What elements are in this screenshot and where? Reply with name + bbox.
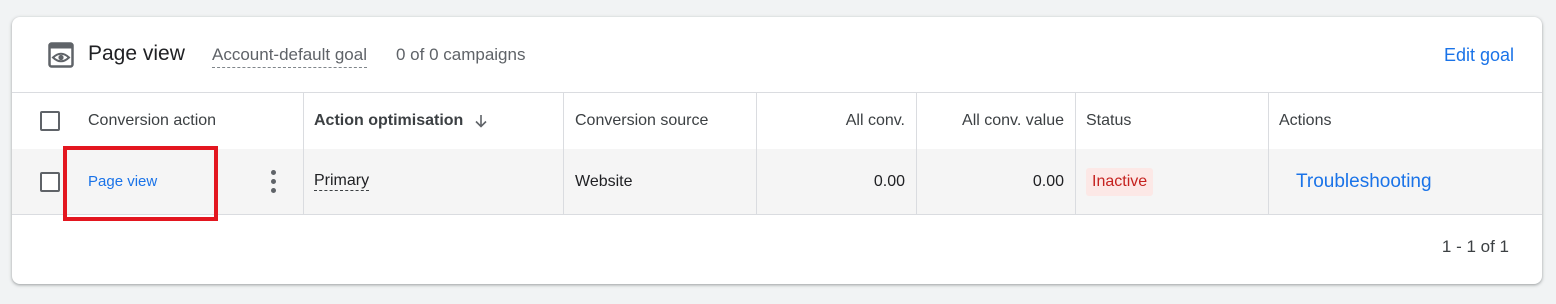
select-all-checkbox[interactable]: [40, 111, 60, 131]
goal-header: Page view Account-default goal 0 of 0 ca…: [12, 17, 1542, 93]
goal-title: Page view: [88, 42, 185, 65]
header-action-optimisation-label: Action optimisation: [314, 112, 464, 129]
eye-window-icon: [48, 42, 74, 68]
column-divider: [1268, 93, 1269, 149]
header-conversion-source[interactable]: Conversion source: [575, 93, 708, 149]
header-all-conv-value[interactable]: All conv. value: [916, 93, 1064, 149]
edit-goal-link[interactable]: Edit goal: [1444, 43, 1514, 67]
action-optimisation-value[interactable]: Primary: [314, 172, 370, 191]
action-optimisation-cell: Primary: [314, 149, 370, 214]
troubleshooting-link[interactable]: Troubleshooting: [1296, 171, 1432, 193]
highlight-annotation-box: [63, 146, 218, 221]
pagination-summary: 1 - 1 of 1: [1441, 237, 1509, 256]
row-select-cell: [40, 149, 60, 214]
row-menu-cell: [263, 149, 283, 214]
status-badge: Inactive: [1086, 167, 1154, 196]
header-actions: Actions: [1279, 112, 1332, 129]
account-default-goal-label[interactable]: Account-default goal: [212, 44, 367, 68]
header-action-optimisation[interactable]: Action optimisation: [314, 93, 489, 149]
header-conversion-action[interactable]: Conversion action: [88, 93, 216, 149]
header-all-conv[interactable]: All conv.: [756, 93, 905, 149]
header-status[interactable]: Status: [1086, 93, 1131, 149]
column-divider: [303, 93, 304, 149]
column-divider: [1075, 149, 1076, 214]
all-conv-value: 0.00: [873, 172, 905, 190]
actions-cell: Troubleshooting: [1296, 149, 1432, 214]
select-all-cell: [40, 93, 60, 149]
more-vert-icon[interactable]: [263, 168, 283, 196]
arrow-down-icon: [475, 115, 487, 128]
column-divider: [563, 93, 564, 149]
conversion-source-value: Website: [575, 172, 633, 190]
table-header-row: Conversion action Action optimisation Co…: [12, 92, 1542, 150]
column-divider: [1268, 149, 1269, 214]
all-conv-value-amount: 0.00: [1032, 172, 1064, 190]
column-divider: [303, 149, 304, 214]
status-cell: Inactive: [1086, 149, 1154, 214]
campaigns-count: 0 of 0 campaigns: [396, 45, 526, 64]
row-checkbox[interactable]: [40, 171, 60, 192]
conversion-goal-card: Page view Account-default goal 0 of 0 ca…: [12, 17, 1542, 284]
table-row: Page view Primary Website 0.00 0.00 Inac…: [12, 149, 1542, 215]
column-divider: [563, 149, 564, 214]
column-divider: [1075, 93, 1076, 149]
